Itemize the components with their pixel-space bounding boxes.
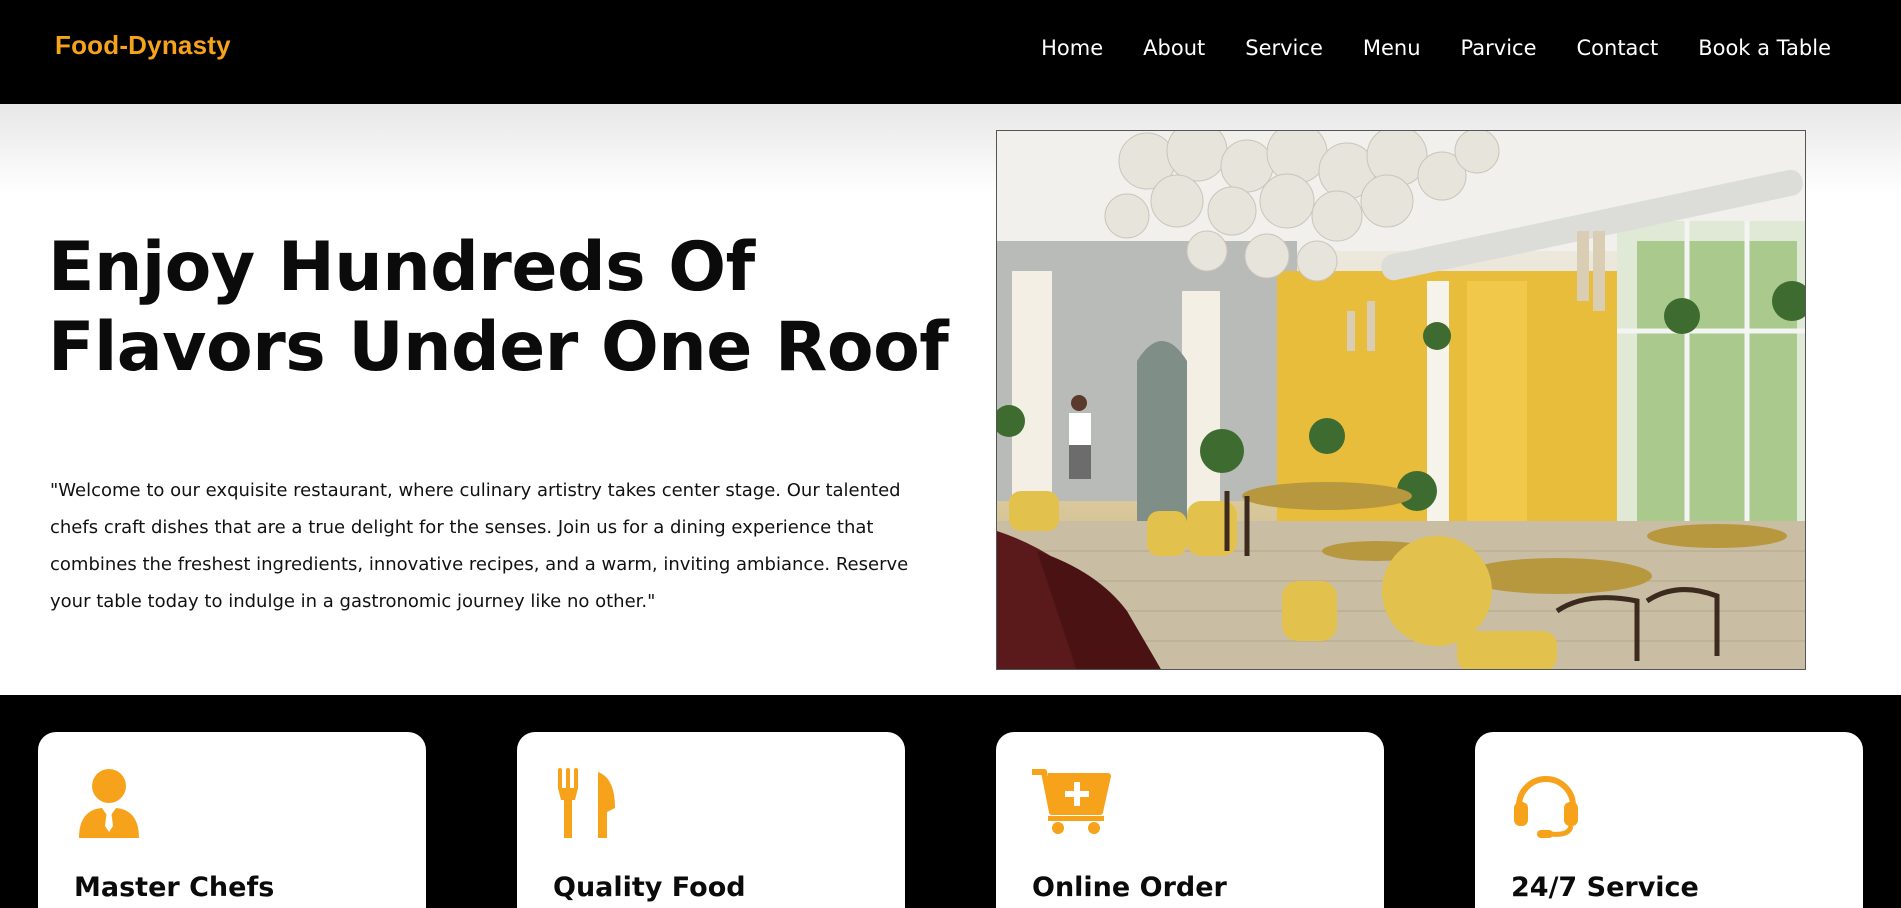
brand-logo[interactable]: Food-Dynasty bbox=[55, 30, 231, 61]
nav-link-book-table[interactable]: Book a Table bbox=[1698, 36, 1831, 60]
service-card-online-order[interactable]: Online Order bbox=[996, 732, 1384, 908]
service-title: Quality Food bbox=[553, 872, 746, 903]
service-card-quality-food[interactable]: Quality Food bbox=[517, 732, 905, 908]
services-section: Master Chefs Quality Food Online Order 2… bbox=[0, 695, 1901, 908]
restaurant-interior-image bbox=[996, 130, 1806, 670]
nav-link-about[interactable]: About bbox=[1143, 36, 1205, 60]
service-title: Online Order bbox=[1032, 872, 1227, 903]
nav-link-parvice[interactable]: Parvice bbox=[1461, 36, 1537, 60]
nav-link-home[interactable]: Home bbox=[1041, 36, 1103, 60]
nav-link-service[interactable]: Service bbox=[1245, 36, 1323, 60]
main-nav: Home About Service Menu Parvice Contact … bbox=[1041, 36, 1831, 60]
nav-link-menu[interactable]: Menu bbox=[1363, 36, 1421, 60]
hero-section: Enjoy Hundreds Of Flavors Under One Roof… bbox=[0, 104, 1901, 695]
nav-link-contact[interactable]: Contact bbox=[1577, 36, 1659, 60]
headset-icon bbox=[1511, 768, 1581, 838]
restaurant-illustration bbox=[997, 131, 1805, 669]
chef-icon bbox=[74, 768, 144, 838]
fork-knife-icon bbox=[553, 768, 623, 838]
hero-title: Enjoy Hundreds Of Flavors Under One Roof bbox=[48, 228, 949, 387]
navbar: Food-Dynasty Home About Service Menu Par… bbox=[0, 0, 1901, 104]
service-card-master-chefs[interactable]: Master Chefs bbox=[38, 732, 426, 908]
service-title: Master Chefs bbox=[74, 872, 275, 903]
cart-plus-icon bbox=[1032, 768, 1111, 838]
service-card-24-7-service[interactable]: 24/7 Service bbox=[1475, 732, 1863, 908]
service-title: 24/7 Service bbox=[1511, 872, 1699, 903]
hero-description: "Welcome to our exquisite restaurant, wh… bbox=[50, 480, 909, 612]
